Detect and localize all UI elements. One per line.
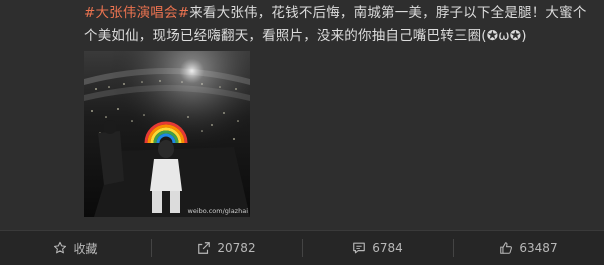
comment-button[interactable]: 6784 bbox=[302, 231, 453, 265]
repost-button[interactable]: 20782 bbox=[151, 231, 302, 265]
post-photo[interactable]: weibo.com/glazhai bbox=[84, 51, 250, 217]
comment-count: 6784 bbox=[372, 241, 403, 255]
repost-count: 20782 bbox=[217, 241, 256, 255]
comment-icon bbox=[353, 242, 366, 254]
favorite-label: 收藏 bbox=[73, 241, 98, 256]
star-icon bbox=[54, 241, 67, 254]
photo-watermark: weibo.com/glazhai bbox=[187, 207, 248, 215]
post-text: #大张伟演唱会#来看大张伟，花钱不后悔，南城第一美，脖子以下全是腿！大蜜个个美如… bbox=[84, 2, 599, 48]
like-count: 63487 bbox=[519, 241, 558, 255]
thumbs-up-icon bbox=[500, 242, 513, 254]
hashtag-link[interactable]: #大张伟演唱会# bbox=[84, 5, 189, 21]
favorite-button[interactable]: 收藏 bbox=[0, 231, 151, 265]
repost-icon bbox=[198, 242, 211, 254]
weibo-post: #大张伟演唱会#来看大张伟，花钱不后悔，南城第一美，脖子以下全是腿！大蜜个个美如… bbox=[0, 0, 604, 230]
concert-photo-image bbox=[84, 51, 250, 217]
action-bar: 收藏 20782 6784 63487 bbox=[0, 230, 604, 265]
like-button[interactable]: 63487 bbox=[453, 231, 604, 265]
